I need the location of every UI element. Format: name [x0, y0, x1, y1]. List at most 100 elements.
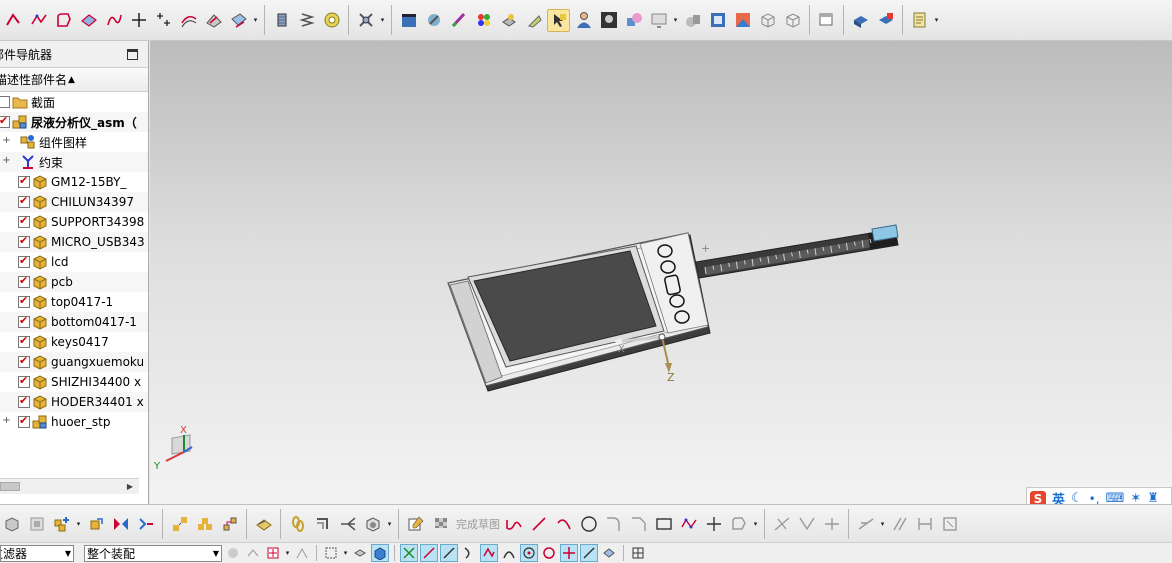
visibility-checkbox[interactable]: [18, 334, 30, 348]
visibility-checkbox[interactable]: [18, 214, 30, 228]
tree-row[interactable]: CHILUN34397: [0, 192, 148, 212]
more-dropdown-icon[interactable]: ▾: [284, 542, 291, 563]
parallel-constraint-icon[interactable]: [888, 512, 911, 535]
horizontal-scrollbar[interactable]: ▶: [0, 478, 139, 494]
visibility-checkbox[interactable]: [0, 114, 10, 128]
render-icon[interactable]: [422, 9, 445, 32]
tree-row[interactable]: HODER34401 x: [0, 392, 148, 412]
reset-filter-icon[interactable]: [244, 544, 262, 562]
shade-icon[interactable]: [681, 9, 704, 32]
more-dropdown-icon[interactable]: ▾: [879, 512, 886, 535]
quick-extend-icon[interactable]: [795, 512, 818, 535]
project-curve-icon[interactable]: [227, 9, 250, 32]
type-filter-select[interactable]: 过滤器 ▼: [0, 544, 74, 562]
clapper-icon[interactable]: [397, 9, 420, 32]
expand-icon[interactable]: +: [2, 136, 11, 146]
chain-link-icon[interactable]: [286, 512, 309, 535]
quick-trim-icon[interactable]: [770, 512, 793, 535]
visibility-checkbox[interactable]: [18, 254, 30, 268]
visibility-checkbox[interactable]: [18, 294, 30, 308]
more-dropdown-icon[interactable]: ▾: [342, 542, 349, 563]
move-component-icon[interactable]: [84, 512, 107, 535]
scope-select[interactable]: 整个装配 ▼: [84, 544, 222, 562]
visibility-checkbox[interactable]: [18, 414, 30, 428]
maximize-icon[interactable]: [127, 49, 138, 60]
snap-on-face-icon[interactable]: [600, 544, 618, 562]
tree-row[interactable]: guangxuemoku: [0, 352, 148, 372]
model-view[interactable]: Z X + X Y: [150, 41, 1172, 504]
bearing-icon[interactable]: [320, 9, 343, 32]
perpendicular-constraint-icon[interactable]: [913, 512, 936, 535]
snap-midpoint-icon[interactable]: [420, 544, 438, 562]
snap-endpoint-icon[interactable]: [400, 544, 418, 562]
constraint-box-icon[interactable]: [938, 512, 961, 535]
view-box-icon[interactable]: [706, 9, 729, 32]
tree-row[interactable]: GM12-15BY_: [0, 172, 148, 192]
more-dropdown-icon[interactable]: ▾: [386, 512, 393, 535]
solid-select-icon[interactable]: [351, 544, 369, 562]
harness-icon[interactable]: [336, 512, 359, 535]
material-icon[interactable]: [497, 9, 520, 32]
tree-row[interactable]: + huoer_stp: [0, 412, 148, 432]
ime-status-bar[interactable]: S 英 ☾ •, ⌨ ✶ ♜: [1026, 487, 1172, 504]
wave-link-icon[interactable]: [252, 512, 275, 535]
snap-on-curve-icon[interactable]: [580, 544, 598, 562]
sequence-icon[interactable]: [218, 512, 241, 535]
display-icon[interactable]: [647, 9, 670, 32]
more-dropdown-icon[interactable]: ▾: [752, 512, 759, 535]
window-icon[interactable]: [815, 9, 838, 32]
skin-icon[interactable]: ✶: [1130, 491, 1141, 504]
finish-sketch-button[interactable]: 完成草图: [456, 516, 500, 532]
camera-tool-icon[interactable]: [361, 512, 384, 535]
dimension-icon[interactable]: [854, 512, 877, 535]
scrollbar-thumb[interactable]: [0, 482, 20, 491]
finish-sketch-flag-icon[interactable]: [429, 512, 452, 535]
tree-row[interactable]: pcb: [0, 272, 148, 292]
sketch-point-icon[interactable]: [702, 512, 725, 535]
more-dropdown-icon[interactable]: ▾: [75, 512, 82, 535]
sketch-icon[interactable]: [2, 9, 25, 32]
visibility-checkbox[interactable]: [18, 194, 30, 208]
tree-row[interactable]: SUPPORT34398: [0, 212, 148, 232]
spring-icon[interactable]: [295, 9, 318, 32]
tree-row[interactable]: top0417-1: [0, 292, 148, 312]
keyboard-icon[interactable]: ⌨: [1106, 491, 1125, 504]
wireframe-box-icon[interactable]: [756, 9, 779, 32]
snap-center-icon[interactable]: [520, 544, 538, 562]
ime-mode-label[interactable]: 英: [1052, 489, 1065, 504]
shirt-icon[interactable]: ♜: [1147, 491, 1159, 504]
new-sketch-icon[interactable]: [404, 512, 427, 535]
spline-icon[interactable]: [102, 9, 125, 32]
chevron-down-icon[interactable]: ▼: [65, 549, 71, 558]
more-dropdown-icon[interactable]: ▾: [672, 9, 679, 32]
user-icon[interactable]: [572, 9, 595, 32]
scroll-right-icon[interactable]: ▶: [127, 482, 133, 491]
snap-curve-icon[interactable]: [460, 544, 478, 562]
add-component-icon[interactable]: [50, 512, 73, 535]
sort-ascending-icon[interactable]: ▲: [68, 75, 75, 85]
sogou-logo-icon[interactable]: S: [1030, 490, 1046, 504]
visibility-checkbox[interactable]: [18, 174, 30, 188]
visibility-checkbox[interactable]: [18, 274, 30, 288]
select-light-icon[interactable]: [547, 8, 570, 32]
hidden-box-icon[interactable]: [781, 9, 804, 32]
tree-row[interactable]: 尿液分析仪_asm（: [0, 112, 148, 132]
visibility-checkbox[interactable]: [18, 314, 30, 328]
tree-row[interactable]: bottom0417-1: [0, 312, 148, 332]
snap-spline-icon[interactable]: [480, 544, 498, 562]
mirror-assembly-icon[interactable]: [109, 512, 132, 535]
tree-row[interactable]: lcd: [0, 252, 148, 272]
column-header[interactable]: 描述性部件名 ▲: [0, 68, 148, 92]
visibility-checkbox[interactable]: [0, 96, 10, 108]
line-icon[interactable]: [527, 512, 550, 535]
tree-row[interactable]: keys0417: [0, 332, 148, 352]
make-corner-icon[interactable]: [820, 512, 843, 535]
punctuation-icon[interactable]: •,: [1089, 492, 1100, 505]
assembly-cube-icon[interactable]: [0, 512, 23, 535]
grid-icon[interactable]: [629, 544, 647, 562]
component-view-icon[interactable]: [25, 512, 48, 535]
chamfer-icon[interactable]: [627, 512, 650, 535]
tree-row[interactable]: + 组件图样: [0, 132, 148, 152]
trim-surface-icon[interactable]: [202, 9, 225, 32]
constraint-tool-icon[interactable]: [134, 512, 157, 535]
